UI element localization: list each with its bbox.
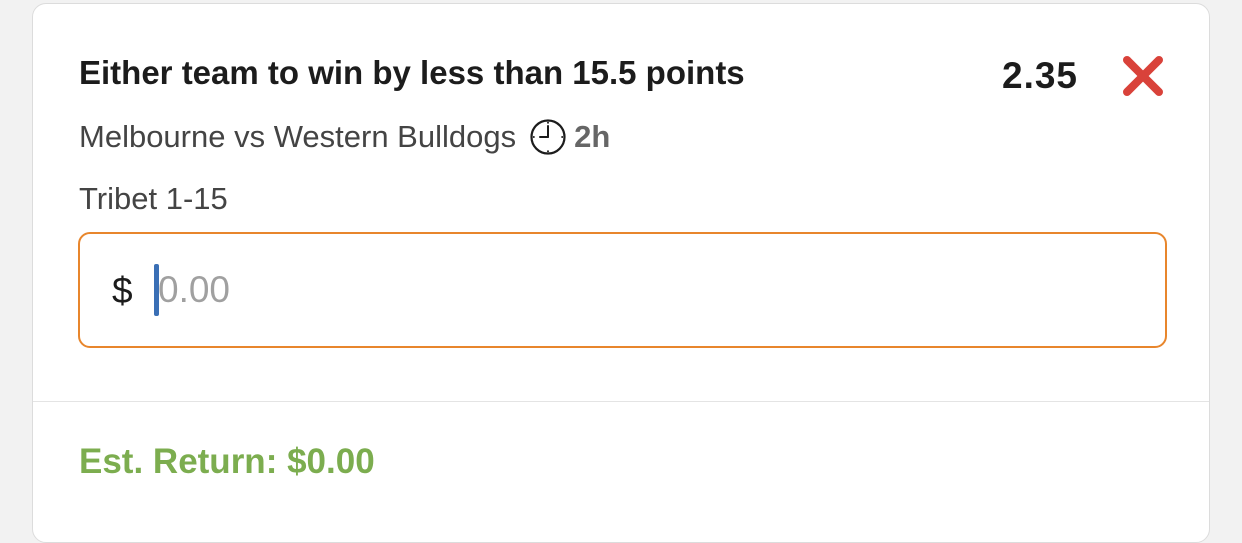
odds-value: 2.35 bbox=[1002, 55, 1079, 96]
event-name: Melbourne vs Western Bulldogs bbox=[79, 119, 517, 154]
bet-slip-card: Either team to win by less than 15.5 poi… bbox=[32, 3, 1210, 543]
market-name: Tribet 1-15 bbox=[79, 181, 228, 216]
event-info: Melbourne vs Western Bulldogs 2h bbox=[79, 116, 610, 158]
close-icon bbox=[1123, 56, 1163, 96]
clock-icon bbox=[528, 117, 568, 157]
stake-input[interactable] bbox=[158, 262, 1118, 318]
time-remaining: 2h bbox=[574, 119, 611, 154]
estimated-return: Est. Return: $0.00 bbox=[79, 442, 375, 481]
remove-bet-button[interactable] bbox=[1119, 52, 1167, 100]
divider bbox=[33, 401, 1209, 402]
selection-title: Either team to win by less than 15.5 poi… bbox=[79, 54, 745, 91]
stake-field[interactable]: $ bbox=[78, 232, 1167, 348]
currency-symbol: $ bbox=[112, 270, 133, 311]
